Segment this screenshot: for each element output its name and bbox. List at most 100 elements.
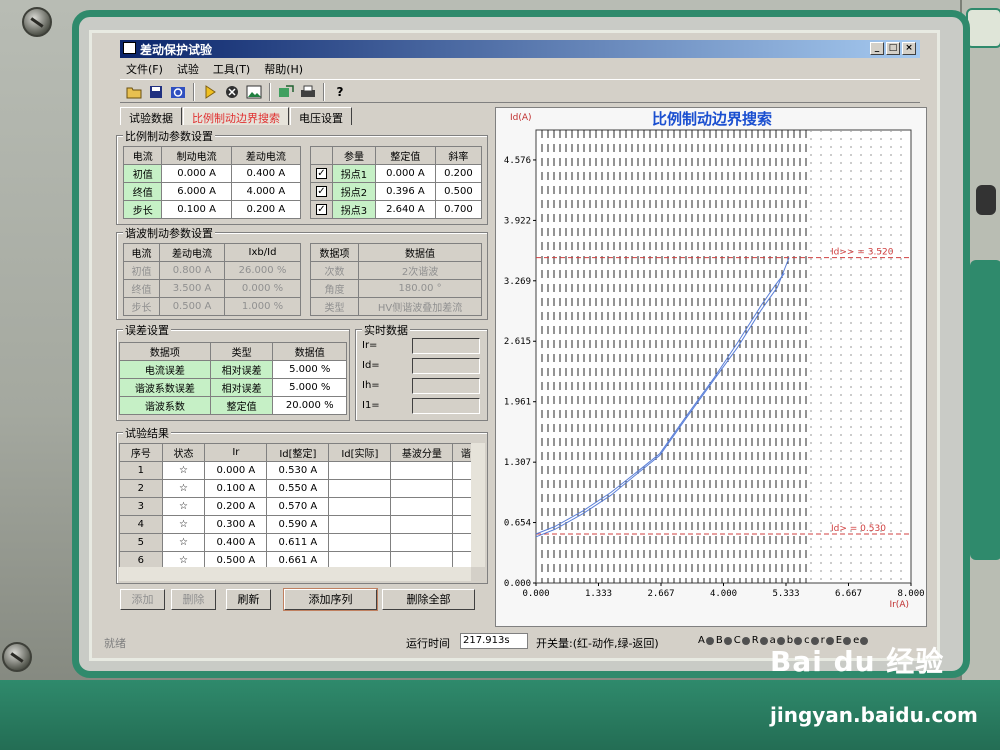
- row-fundamental: [390, 497, 454, 516]
- row-id-actual: [328, 461, 392, 480]
- screw-top-left: [22, 7, 52, 37]
- export-icon[interactable]: [276, 82, 296, 102]
- toolbar-separator: [269, 83, 271, 101]
- point-checkbox[interactable]: ✓: [310, 200, 333, 219]
- table-header: 数据值: [358, 243, 482, 262]
- brake-step-cell[interactable]: 0.100 A: [161, 200, 232, 219]
- maximize-button[interactable]: □: [886, 42, 900, 55]
- table-header: 差动电流: [230, 146, 302, 165]
- error-value-cell[interactable]: 20.000 %: [272, 396, 347, 415]
- row-id-set: 0.550 A: [266, 479, 330, 498]
- tab-voltage-settings[interactable]: 电压设置: [290, 107, 352, 125]
- table-header[interactable]: Ir: [204, 443, 268, 462]
- table-row[interactable]: 5 ☆ 0.400 A 0.611 A: [119, 533, 471, 552]
- row-fundamental: [390, 479, 454, 498]
- table-header[interactable]: 状态: [161, 443, 206, 462]
- switch-label: A: [698, 635, 705, 646]
- error-settings-group: 误差设置 数据项 类型 数据值 电流误差 相对误差 5.000 % 谐波系数误差…: [116, 322, 350, 421]
- point-checkbox[interactable]: ✓: [310, 182, 333, 201]
- x-axis-label: Ir(A): [889, 600, 909, 610]
- table-header[interactable]: Id[实际]: [328, 443, 392, 462]
- error-type-cell[interactable]: 整定值: [209, 396, 274, 415]
- table-header[interactable]: 基波分量: [390, 443, 454, 462]
- results-vertical-scrollbar[interactable]: [471, 443, 485, 567]
- table-header[interactable]: 序号: [119, 443, 163, 462]
- menu-test[interactable]: 试验: [177, 61, 199, 76]
- threshold-label: Id> = 0.530: [831, 524, 886, 534]
- menu-file[interactable]: 文件(F): [126, 61, 163, 76]
- tab-ratio-boundary-search[interactable]: 比例制动边界搜索: [183, 107, 289, 125]
- table-row[interactable]: 6 ☆ 0.500 A 0.661 A: [119, 551, 471, 567]
- error-value-cell[interactable]: 5.000 %: [272, 360, 347, 379]
- refresh-icon[interactable]: [168, 82, 188, 102]
- harmonic-current-table: 电流 差动电流 Ixb/Id 初值 0.800 A 26.000 % 终值 3.…: [122, 243, 302, 316]
- diff-start-cell[interactable]: 0.400 A: [230, 164, 302, 183]
- y-tick-label: 0.654: [504, 519, 531, 529]
- row-ir: 0.300 A: [204, 515, 268, 534]
- row-status: ☆: [161, 551, 206, 567]
- image-icon[interactable]: [244, 82, 264, 102]
- refresh-button[interactable]: 刷新: [226, 589, 271, 610]
- table-header: 数据值: [272, 342, 347, 361]
- switch-dot: [705, 636, 714, 645]
- delete-button[interactable]: 删除: [171, 589, 216, 610]
- table-row[interactable]: 2 ☆ 0.100 A 0.550 A: [119, 479, 471, 498]
- results-horizontal-scrollbar[interactable]: [119, 567, 471, 581]
- point-slope-cell[interactable]: 0.500: [434, 182, 483, 201]
- chart-svg: 0.000 0.654 1.307 1.961 2.615 3.269 3.922 4.576…: [504, 113, 925, 610]
- point-slope-cell[interactable]: 0.200: [434, 164, 483, 183]
- stop-icon[interactable]: [222, 82, 242, 102]
- open-icon[interactable]: [124, 82, 144, 102]
- checkbox-mark: ✓: [315, 203, 327, 215]
- brake-end-cell[interactable]: 6.000 A: [161, 182, 232, 201]
- error-settings-title: 误差设置: [123, 322, 171, 338]
- table-header: 差动电流: [159, 243, 225, 262]
- results-table-viewport: 序号 状态 Ir Id[整定] Id[实际] 基波分量 谐 1 ☆ 0.000 …: [119, 443, 471, 567]
- table-row[interactable]: 4 ☆ 0.300 A 0.590 A: [119, 515, 471, 534]
- help-icon[interactable]: ?: [330, 82, 350, 102]
- results-table: 序号 状态 Ir Id[整定] Id[实际] 基波分量 谐 1 ☆ 0.000 …: [119, 443, 471, 567]
- row-label: 终值: [122, 182, 163, 201]
- harmonic-ratio-cell: 0.000 %: [223, 279, 302, 298]
- delete-all-button[interactable]: 删除全部: [382, 589, 475, 610]
- diff-step-cell[interactable]: 0.200 A: [230, 200, 302, 219]
- row-label: 谐波系数: [119, 396, 211, 415]
- row-number: 4: [119, 515, 163, 534]
- diff-end-cell[interactable]: 4.000 A: [230, 182, 302, 201]
- row-status: ☆: [161, 533, 206, 552]
- error-value-cell[interactable]: 5.000 %: [272, 378, 347, 397]
- row-harmonic: [452, 461, 471, 480]
- point-checkbox[interactable]: ✓: [310, 164, 333, 183]
- row-ir: 0.400 A: [204, 533, 268, 552]
- point-value-cell[interactable]: 0.000 A: [374, 164, 436, 183]
- point-slope-cell[interactable]: 0.700: [434, 200, 483, 219]
- point-value-cell[interactable]: 2.640 A: [374, 200, 436, 219]
- minimize-button[interactable]: _: [870, 42, 884, 55]
- switch-label: R: [751, 635, 759, 646]
- menu-help[interactable]: 帮助(H): [264, 61, 303, 76]
- row-harmonic: [452, 551, 471, 567]
- error-type-cell[interactable]: 相对误差: [209, 378, 274, 397]
- brake-start-cell[interactable]: 0.000 A: [161, 164, 232, 183]
- table-header[interactable]: 谐: [452, 443, 471, 462]
- row-status: ☆: [161, 461, 206, 480]
- add-sequence-button[interactable]: 添加序列: [283, 588, 378, 611]
- table-row[interactable]: 1 ☆ 0.000 A 0.530 A: [119, 461, 471, 480]
- close-button[interactable]: ×: [902, 42, 916, 55]
- print-icon[interactable]: [298, 82, 318, 102]
- menu-tools[interactable]: 工具(T): [213, 61, 250, 76]
- row-ir: 0.100 A: [204, 479, 268, 498]
- play-icon[interactable]: [200, 82, 220, 102]
- error-type-cell[interactable]: 相对误差: [209, 360, 274, 379]
- table-row[interactable]: 3 ☆ 0.200 A 0.570 A: [119, 497, 471, 516]
- checkbox-mark: ✓: [315, 185, 327, 197]
- tab-test-data[interactable]: 试验数据: [120, 107, 182, 125]
- point-value-cell[interactable]: 0.396 A: [374, 182, 436, 201]
- switch-label: B: [715, 635, 723, 646]
- add-button[interactable]: 添加: [120, 589, 165, 610]
- save-icon[interactable]: [146, 82, 166, 102]
- switch-legend: 开关量:(红-动作,绿-返回): [536, 637, 659, 650]
- realtime-id-value: [412, 358, 480, 374]
- table-header[interactable]: Id[整定]: [266, 443, 330, 462]
- y-tick-label: 2.615: [504, 337, 531, 347]
